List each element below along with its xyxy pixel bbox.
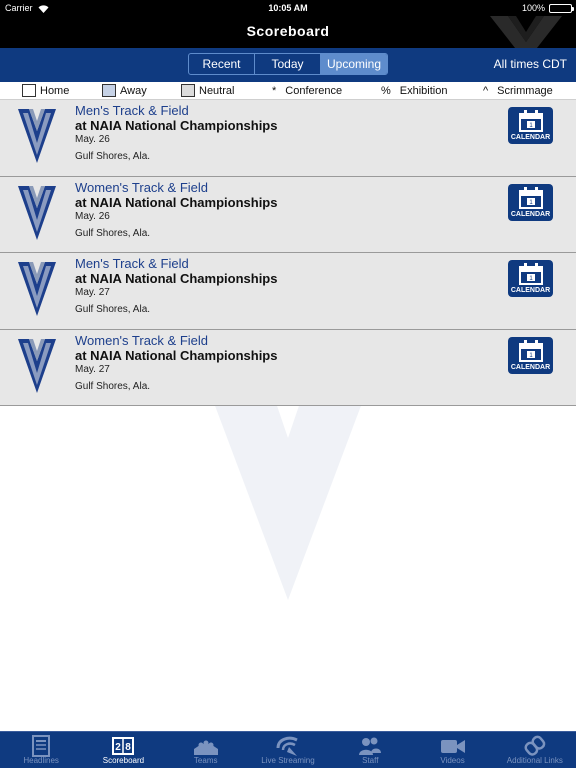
sport-name: Women's Track & Field [75, 179, 209, 195]
add-to-calendar-button[interactable]: 1 CALENDAR [508, 183, 553, 221]
status-bar: Carrier 10:05 AM 100% [0, 0, 576, 16]
links-icon [524, 735, 546, 756]
legend-neutral: Neutral [181, 84, 234, 98]
game-date: May. 27 [75, 287, 110, 298]
game-row[interactable]: Men's Track & Field at NAIA National Cha… [0, 253, 576, 330]
timezone-label: All times CDT [493, 57, 567, 71]
tab-bar: Headlines 2 8 Scoreboard Teams Live Stre… [0, 731, 576, 768]
video-camera-icon [440, 740, 465, 753]
legend-home-label: Home [40, 85, 70, 97]
game-location: Gulf Shores, Ala. [75, 380, 151, 392]
calendar-icon: 1 [519, 110, 543, 132]
legend-away: Away [102, 84, 147, 98]
tab-label: Headlines [23, 756, 59, 765]
segment-recent[interactable]: Recent [189, 54, 255, 74]
legend-conference-label: Conference [285, 85, 343, 97]
game-row[interactable]: Men's Track & Field at NAIA National Cha… [0, 100, 576, 177]
scoreboard-icon: 2 8 [112, 737, 135, 755]
tab-label: Live Streaming [261, 756, 315, 765]
event-name: at NAIA National Championships [75, 118, 278, 133]
exhibition-symbol: % [381, 85, 391, 97]
team-logo-icon [18, 185, 56, 240]
calendar-icon: 1 [519, 339, 543, 362]
teams-icon [193, 740, 218, 755]
calendar-label: CALENDAR [510, 287, 551, 294]
legend-conference: * Conference [272, 84, 342, 98]
team-logo-icon [18, 262, 56, 316]
calendar-label: CALENDAR [510, 134, 551, 141]
game-location: Gulf Shores, Ala. [75, 227, 151, 239]
away-swatch [102, 84, 116, 97]
add-to-calendar-button[interactable]: 1 CALENDAR [508, 107, 553, 144]
staff-icon [359, 737, 382, 755]
tab-label: Teams [193, 756, 218, 765]
legend-scrimmage: ^ Scrimmage [483, 84, 553, 98]
tab-live-streaming[interactable]: Live Streaming [247, 732, 329, 768]
tab-label: Additional Links [506, 756, 563, 765]
team-logo-icon [18, 109, 56, 163]
game-date: May. 26 [75, 134, 110, 145]
game-date: May. 26 [75, 210, 110, 222]
game-location: Gulf Shores, Ala. [75, 304, 151, 315]
nav-bar: Scoreboard [0, 16, 576, 48]
legend-exhibition-label: Exhibition [399, 85, 448, 97]
game-location: Gulf Shores, Ala. [75, 151, 151, 162]
legend: Home Away Neutral * Conference % Exhibitio… [0, 82, 576, 100]
sport-name: Women's Track & Field [75, 332, 209, 348]
add-to-calendar-button[interactable]: 1 CALENDAR [508, 336, 553, 374]
legend-exhibition: % Exhibition [381, 84, 447, 98]
battery-percent: 100% [521, 3, 545, 13]
svg-text:2: 2 [116, 742, 122, 753]
game-row[interactable]: Women's Track & Field at NAIA National C… [0, 329, 576, 406]
schedule-list: Men's Track & Field at NAIA National Cha… [0, 100, 576, 406]
game-row[interactable]: Women's Track & Field at NAIA National C… [0, 176, 576, 253]
tab-additional-links[interactable]: Additional Links [494, 732, 576, 768]
legend-home: Home [22, 84, 69, 98]
team-logo-icon [490, 16, 562, 48]
tab-staff[interactable]: Staff [329, 732, 411, 768]
tab-headlines[interactable]: Headlines [0, 732, 82, 768]
date-segmented-control: Recent Today Upcoming [188, 53, 388, 75]
add-to-calendar-button[interactable]: 1 CALENDAR [508, 260, 553, 297]
event-name: at NAIA National Championships [75, 271, 278, 286]
status-time: 10:05 AM [268, 3, 308, 13]
live-streaming-icon [276, 736, 298, 756]
battery-icon [549, 4, 574, 13]
tab-label: Scoreboard [102, 756, 145, 765]
event-name: at NAIA National Championships [75, 194, 278, 210]
team-logo-icon [18, 338, 56, 393]
legend-neutral-label: Neutral [199, 85, 235, 97]
tab-scoreboard[interactable]: 2 8 Scoreboard [82, 732, 164, 768]
tab-teams[interactable]: Teams [165, 732, 247, 768]
neutral-swatch [181, 84, 195, 97]
calendar-icon: 1 [519, 263, 543, 285]
home-swatch [22, 84, 36, 97]
calendar-label: CALENDAR [510, 363, 551, 371]
scrimmage-symbol: ^ [483, 85, 489, 97]
game-date: May. 27 [75, 363, 110, 375]
tab-videos[interactable]: Videos [411, 732, 493, 768]
tab-label: Staff [362, 756, 379, 765]
filter-bar: Recent Today Upcoming All times CDT [0, 48, 576, 82]
newspaper-icon [32, 735, 51, 757]
legend-away-label: Away [120, 85, 147, 97]
sport-name: Men's Track & Field [75, 256, 189, 271]
conference-symbol: * [272, 85, 277, 97]
segment-upcoming[interactable]: Upcoming [321, 54, 387, 74]
segment-today[interactable]: Today [255, 54, 321, 74]
svg-text:8: 8 [126, 742, 132, 753]
legend-scrimmage-label: Scrimmage [497, 85, 553, 97]
event-name: at NAIA National Championships [75, 347, 278, 363]
calendar-icon: 1 [519, 186, 543, 209]
sport-name: Men's Track & Field [75, 103, 189, 118]
tab-label: Videos [440, 756, 465, 765]
calendar-label: CALENDAR [510, 210, 551, 218]
